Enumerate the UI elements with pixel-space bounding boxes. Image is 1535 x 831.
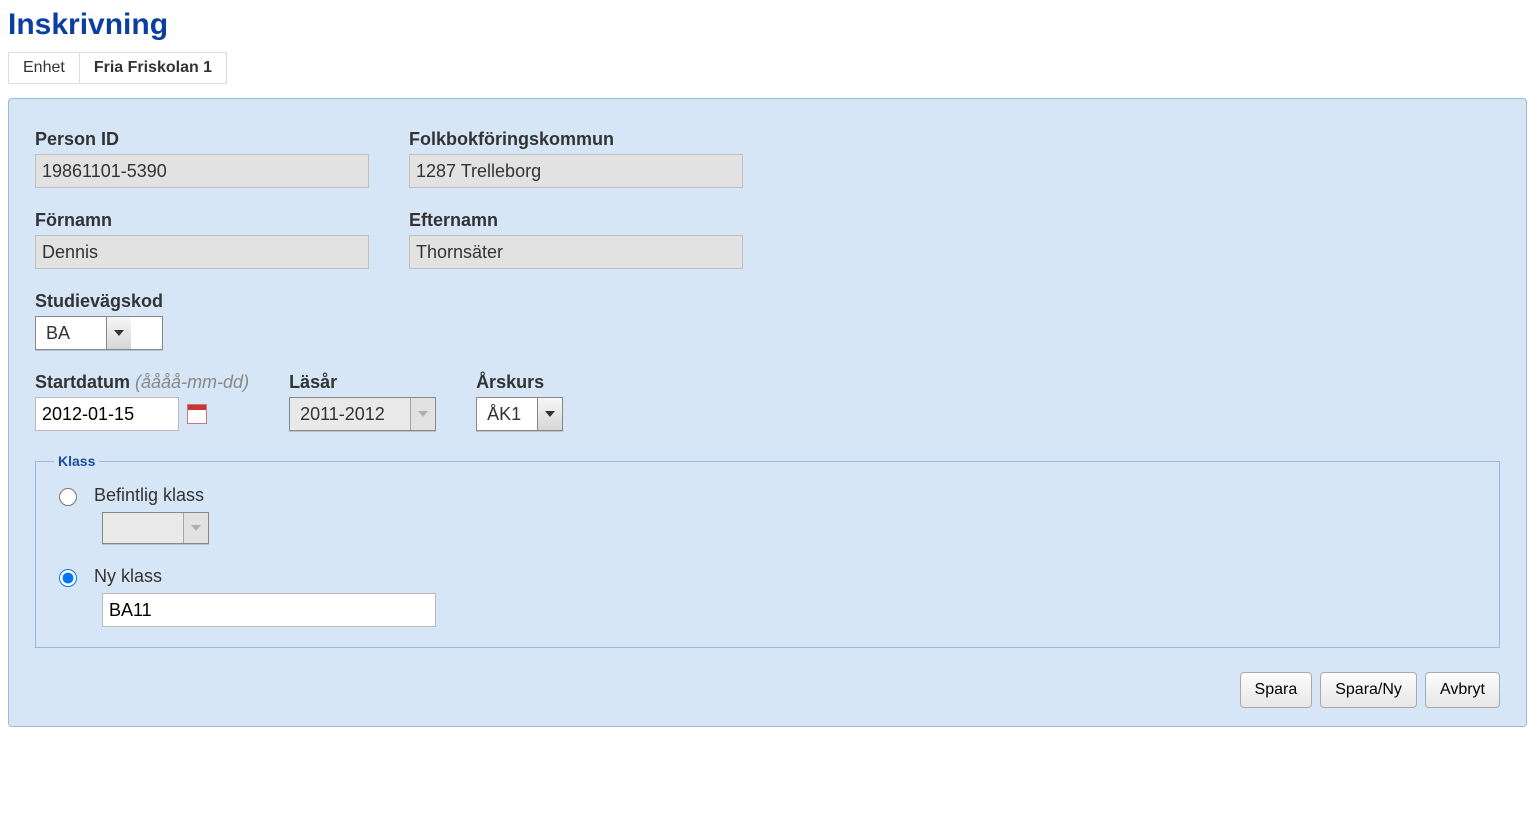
field-lasar: Läsår 2011-2012	[289, 372, 436, 431]
ny-klass-input[interactable]	[102, 593, 436, 627]
select-lasar-value: 2011-2012	[290, 398, 410, 430]
select-lasar: 2011-2012	[289, 397, 436, 431]
field-fornamn: Förnamn Dennis	[35, 210, 369, 269]
label-ny-klass: Ny klass	[94, 566, 162, 587]
spara-button[interactable]: Spara	[1240, 672, 1313, 708]
value-efternamn: Thornsäter	[409, 235, 743, 269]
calendar-icon[interactable]	[187, 404, 207, 424]
select-arskurs-value: ÅK1	[477, 398, 537, 430]
select-studievagskod[interactable]: BA	[35, 316, 163, 350]
field-efternamn: Efternamn Thornsäter	[409, 210, 743, 269]
value-fornamn: Dennis	[35, 235, 369, 269]
breadcrumb-value: Fria Friskolan 1	[80, 53, 226, 83]
field-person-id: Person ID 19861101-5390	[35, 129, 369, 188]
label-befintlig-klass: Befintlig klass	[94, 485, 204, 506]
label-lasar: Läsår	[289, 372, 436, 393]
radio-ny-klass[interactable]	[59, 569, 77, 587]
chevron-down-icon	[183, 513, 208, 543]
select-befintlig-klass-value	[103, 513, 183, 543]
label-startdatum: Startdatum (åååå-mm-dd)	[35, 372, 249, 393]
field-arskurs: Årskurs ÅK1	[476, 372, 563, 431]
breadcrumb-label: Enhet	[9, 53, 80, 83]
label-arskurs: Årskurs	[476, 372, 563, 393]
label-kommun: Folkbokföringskommun	[409, 129, 743, 150]
select-arskurs[interactable]: ÅK1	[476, 397, 563, 431]
radio-befintlig-klass[interactable]	[59, 488, 77, 506]
field-startdatum: Startdatum (åååå-mm-dd)	[35, 372, 249, 431]
breadcrumb: Enhet Fria Friskolan 1	[8, 52, 227, 84]
value-person-id: 19861101-5390	[35, 154, 369, 188]
label-efternamn: Efternamn	[409, 210, 743, 231]
label-startdatum-text: Startdatum	[35, 372, 130, 392]
select-studievagskod-value: BA	[36, 317, 106, 349]
label-person-id: Person ID	[35, 129, 369, 150]
spara-ny-button[interactable]: Spara/Ny	[1320, 672, 1417, 708]
label-studievagskod: Studievägskod	[35, 291, 163, 312]
label-fornamn: Förnamn	[35, 210, 369, 231]
startdatum-input[interactable]	[35, 397, 179, 431]
avbryt-button[interactable]: Avbryt	[1425, 672, 1500, 708]
form-panel: Person ID 19861101-5390 Folkbokföringsko…	[8, 98, 1527, 727]
chevron-down-icon	[537, 398, 562, 430]
page-title: Inskrivning	[8, 8, 1527, 42]
chevron-down-icon	[410, 398, 435, 430]
select-befintlig-klass	[102, 512, 209, 544]
label-startdatum-hint: (åååå-mm-dd)	[135, 372, 249, 392]
value-kommun: 1287 Trelleborg	[409, 154, 743, 188]
footer-buttons: Spara Spara/Ny Avbryt	[35, 672, 1500, 708]
fieldset-klass: Klass Befintlig klass Ny klass	[35, 453, 1500, 648]
chevron-down-icon	[106, 317, 131, 349]
field-kommun: Folkbokföringskommun 1287 Trelleborg	[409, 129, 743, 188]
field-studievagskod: Studievägskod BA	[35, 291, 163, 350]
legend-klass: Klass	[54, 453, 99, 469]
